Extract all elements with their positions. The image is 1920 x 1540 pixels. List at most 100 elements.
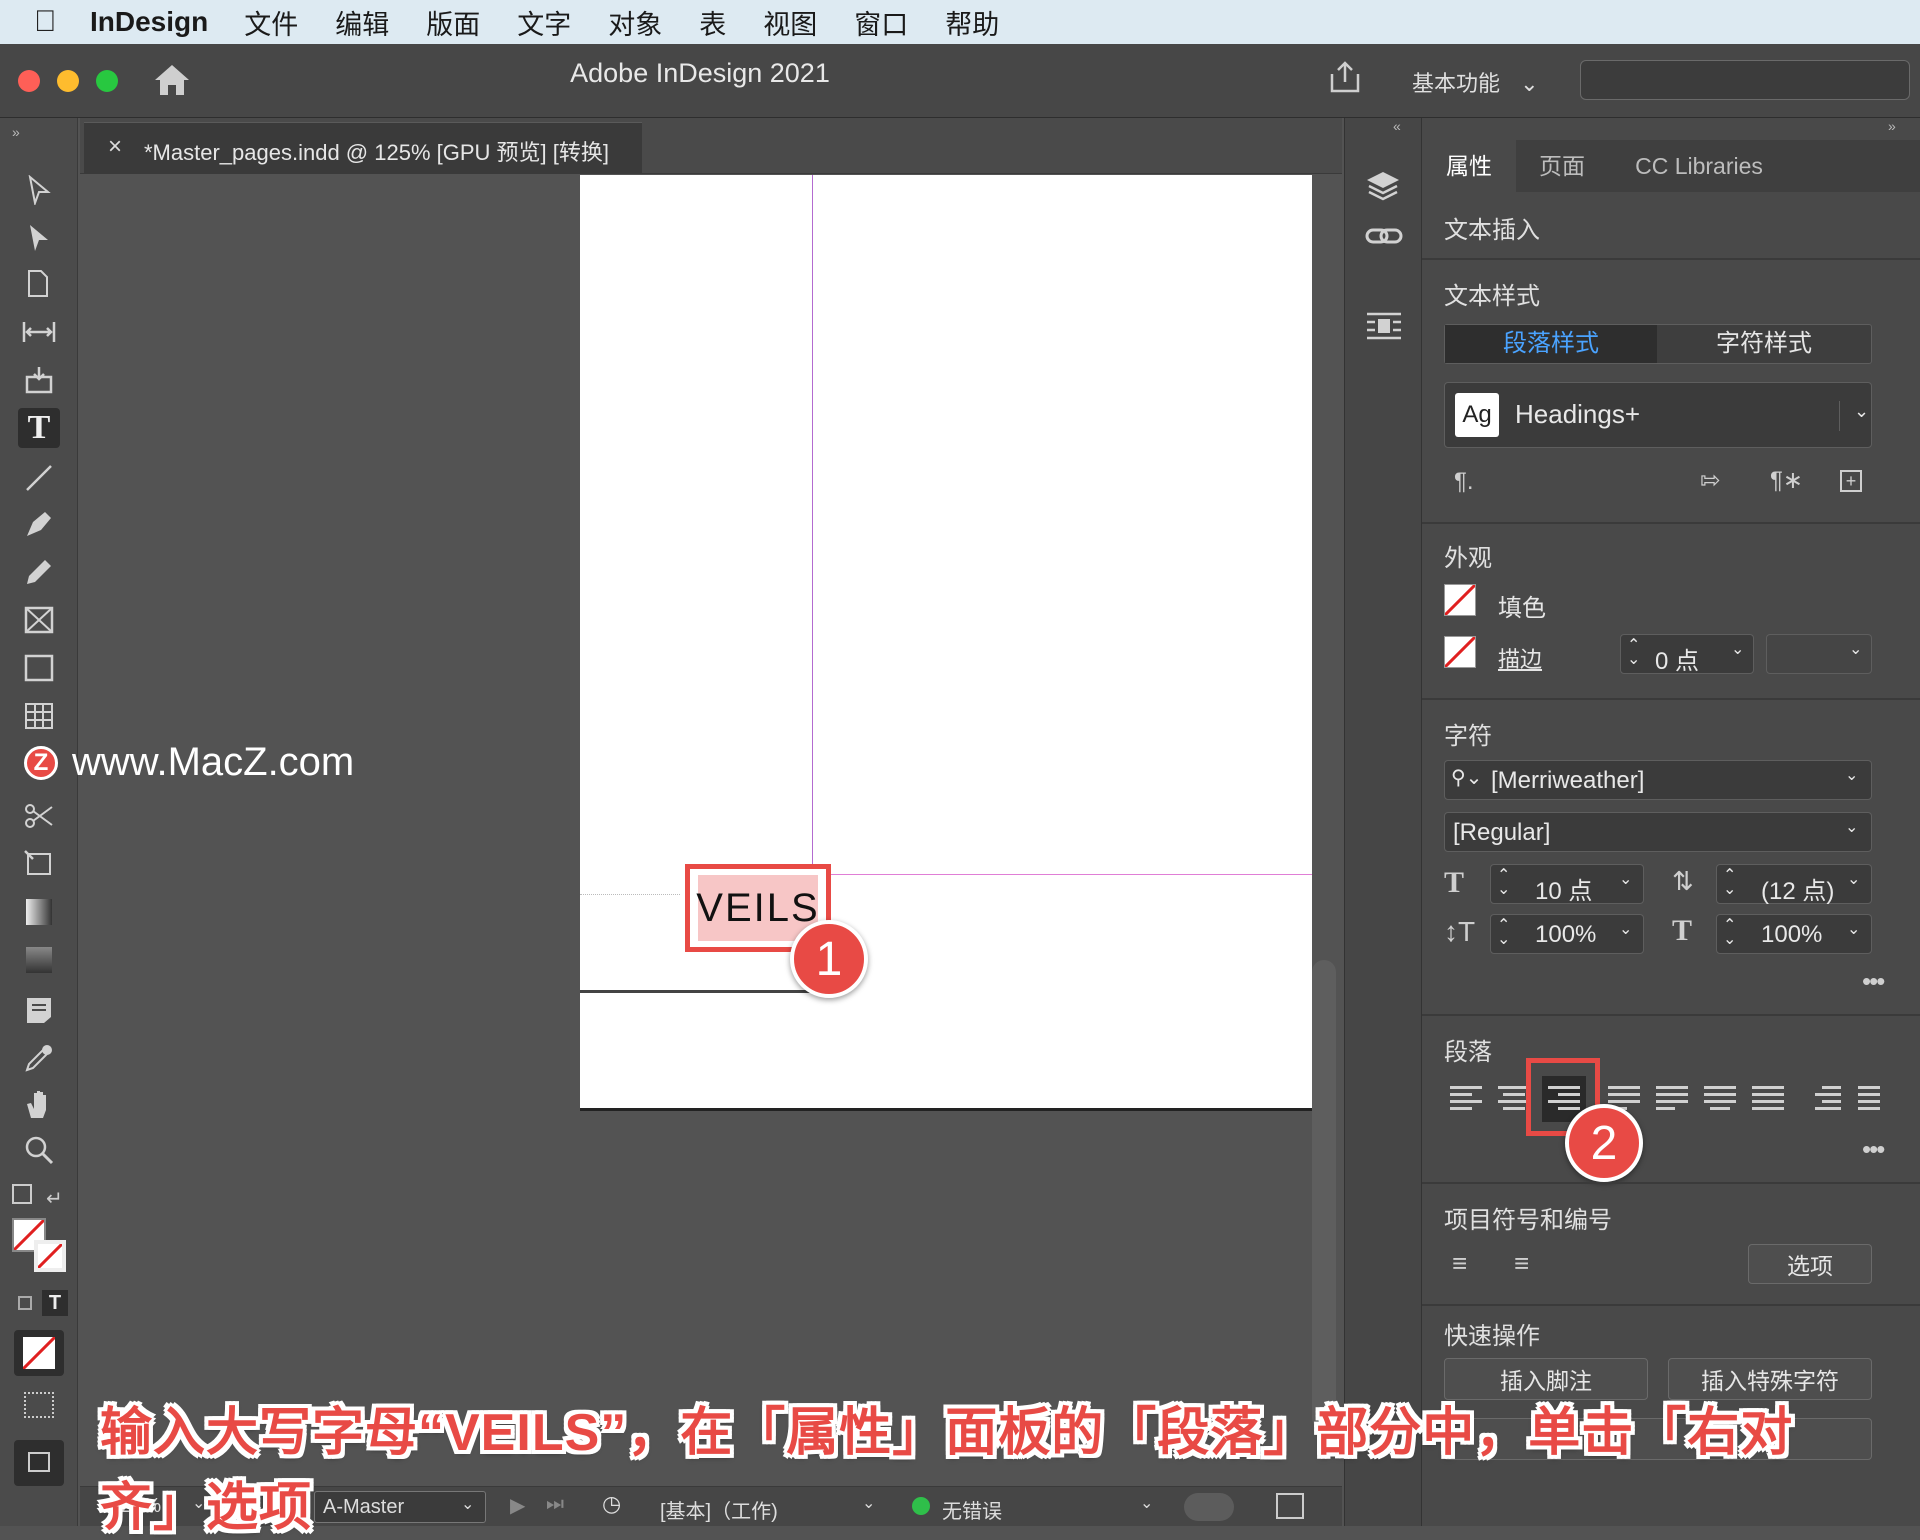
line-tool-icon[interactable] (18, 458, 60, 498)
collapse-panel-icon[interactable]: » (12, 124, 20, 140)
menu-help[interactable]: 帮助 (945, 3, 999, 42)
menu-object[interactable]: 对象 (608, 3, 662, 42)
new-style-from-selection-icon[interactable]: ¶∗ (1770, 466, 1803, 495)
step-badge-2: 2 (1565, 1104, 1643, 1182)
swap-fill-stroke-icon[interactable]: ↵ (46, 1186, 63, 1211)
zoom-tool-icon[interactable] (18, 1130, 60, 1170)
menu-file[interactable]: 文件 (244, 3, 298, 42)
stroke-label[interactable]: 描边 (1498, 642, 1542, 674)
more-options-icon[interactable]: ••• (1862, 966, 1885, 997)
horizontal-scale-field[interactable]: ⌃ ⌄ 100% ⌄ (1716, 914, 1872, 954)
menu-layout[interactable]: 版面 (426, 3, 480, 42)
menu-table[interactable]: 表 (699, 3, 726, 42)
stepper-icon[interactable]: ⌃ ⌄ (1723, 918, 1736, 948)
align-away-spine-icon[interactable] (1812, 1082, 1844, 1114)
default-fill-stroke-icon[interactable] (12, 1184, 32, 1204)
menu-view[interactable]: 视图 (763, 3, 817, 42)
text-insert-heading[interactable]: 文本插入 (1444, 210, 1540, 245)
formatting-text-icon[interactable]: T (42, 1290, 68, 1316)
more-options-icon[interactable]: ••• (1862, 1134, 1885, 1165)
tools-panel: » T ↵ T (0, 118, 78, 1526)
free-transform-tool-icon[interactable] (18, 844, 60, 884)
menu-window[interactable]: 窗口 (854, 3, 908, 42)
rectangle-frame-tool-icon[interactable] (18, 600, 60, 640)
justify-all-icon[interactable] (1752, 1082, 1784, 1114)
links-icon[interactable] (1365, 222, 1403, 250)
minimize-window-button[interactable] (57, 70, 79, 92)
fill-none-swatch-icon[interactable] (1443, 583, 1477, 617)
eyedropper-tool-icon[interactable] (18, 1038, 60, 1078)
collapse-panel-icon[interactable]: » (1888, 118, 1896, 134)
pen-tool-icon[interactable] (18, 504, 60, 544)
vertical-scrollbar[interactable] (1312, 960, 1336, 1430)
search-input[interactable] (1580, 60, 1910, 100)
stepper-icon[interactable]: ⌃ ⌄ (1497, 918, 1510, 948)
rectangle-tool-icon[interactable] (18, 648, 60, 688)
stepper-icon[interactable]: ⌃ ⌄ (1627, 638, 1640, 668)
paragraph-style-dropdown[interactable]: Ag Headings+ ⌄ (1444, 382, 1872, 448)
align-left-icon[interactable] (1450, 1082, 1482, 1114)
paragraph-styles-tab[interactable]: 段落样式 (1445, 325, 1657, 363)
pencil-tool-icon[interactable] (18, 552, 60, 592)
collapse-dock-icon[interactable]: « (1393, 118, 1401, 134)
align-right-spine-icon[interactable] (1858, 1082, 1890, 1114)
menu-edit[interactable]: 编辑 (335, 3, 389, 42)
menu-app-name[interactable]: InDesign (90, 6, 208, 38)
gradient-feather-tool-icon[interactable] (18, 940, 60, 980)
stroke-weight-field[interactable]: ⌃ ⌄ 0 点 ⌄ (1620, 634, 1754, 675)
character-styles-tab[interactable]: 字符样式 (1657, 325, 1871, 363)
hand-tool-icon[interactable] (18, 1084, 60, 1124)
text-wrap-icon[interactable] (1365, 310, 1403, 342)
font-style-dropdown[interactable]: [Regular] ⌄ (1444, 812, 1872, 852)
stepper-icon[interactable]: ⌃ ⌄ (1497, 868, 1510, 898)
tab-properties[interactable]: 属性 (1422, 140, 1516, 192)
view-mode-button[interactable] (14, 1440, 64, 1486)
type-tool-icon[interactable]: T (18, 408, 60, 448)
gradient-swatch-tool-icon[interactable] (18, 892, 60, 932)
tab-label: 页面 (1539, 153, 1585, 179)
direct-selection-tool-icon[interactable] (18, 218, 60, 258)
page-tool-icon[interactable] (18, 264, 60, 304)
content-collector-icon[interactable] (18, 360, 60, 400)
load-styles-icon[interactable]: ⇰ (1700, 466, 1720, 495)
apple-icon[interactable]:  (34, 5, 90, 39)
quick-actions-heading: 快速操作 (1444, 1323, 1540, 1350)
note-tool-icon[interactable] (18, 990, 60, 1030)
stroke-swatch-icon[interactable] (34, 1240, 66, 1272)
vertical-scale-field[interactable]: ⌃ ⌄ 100% ⌄ (1490, 914, 1644, 954)
table-tool-icon[interactable] (18, 696, 60, 736)
stepper-icon[interactable]: ⌃ ⌄ (1723, 868, 1736, 898)
formatting-container-icon[interactable] (18, 1296, 32, 1310)
leading-field[interactable]: ⌃ ⌄ (12 点) ⌄ (1716, 864, 1872, 905)
bulleted-list-icon[interactable]: ≡ (1452, 1248, 1467, 1279)
apply-none-button[interactable] (14, 1330, 64, 1376)
close-window-button[interactable] (18, 70, 40, 92)
zoom-window-button[interactable] (96, 70, 118, 92)
workspace-switcher[interactable]: 基本功能 ⌄ (1412, 66, 1539, 98)
scissors-tool-icon[interactable] (18, 796, 60, 836)
close-tab-icon[interactable]: × (108, 133, 122, 161)
selection-tool-icon[interactable] (18, 170, 60, 210)
justify-center-icon[interactable] (1704, 1082, 1736, 1114)
font-family-dropdown[interactable]: ⚲⌄ [Merriweather] ⌄ (1444, 760, 1872, 800)
font-size-field[interactable]: ⌃ ⌄ 10 点 ⌄ (1490, 864, 1644, 905)
numbered-list-icon[interactable]: ≡ (1514, 1248, 1529, 1279)
clear-overrides-icon[interactable]: ¶. (1454, 468, 1474, 496)
tab-cc-libraries[interactable]: CC Libraries (1608, 140, 1790, 192)
document-tab[interactable]: × *Master_pages.indd @ 125% [GPU 预览] [转换… (84, 122, 642, 174)
stroke-none-swatch-icon[interactable] (1443, 635, 1477, 669)
bullets-options-button[interactable]: 选项 (1748, 1244, 1872, 1284)
menu-type[interactable]: 文字 (517, 3, 571, 42)
document-page[interactable] (580, 175, 1312, 1111)
divider (1422, 1304, 1920, 1306)
new-style-icon[interactable]: + (1840, 470, 1862, 492)
justify-left-icon[interactable] (1656, 1082, 1688, 1114)
screen-mode-icon[interactable] (24, 1392, 54, 1418)
layers-icon[interactable] (1365, 168, 1401, 204)
home-icon[interactable] (152, 62, 192, 98)
stroke-type-dropdown[interactable]: ⌄ (1766, 634, 1872, 674)
tab-pages[interactable]: 页面 (1516, 140, 1608, 192)
gap-tool-icon[interactable] (18, 312, 60, 352)
chevron-down-icon: ⌄ (1520, 71, 1539, 96)
share-icon[interactable] (1328, 60, 1362, 94)
